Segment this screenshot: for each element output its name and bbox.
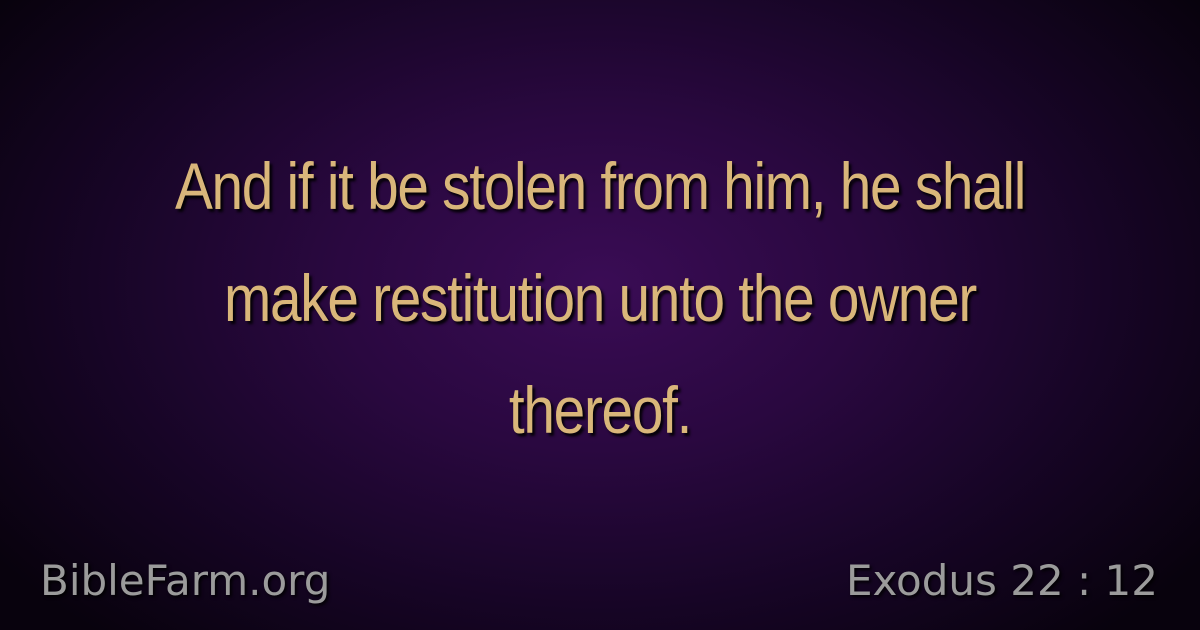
verse-reference: Exodus 22 : 12	[845, 556, 1158, 605]
verse-card: And if it be stolen from him, he shall m…	[0, 0, 1200, 630]
verse-text: And if it be stolen from him, he shall m…	[174, 149, 1026, 447]
site-name: BibleFarm.org	[40, 556, 331, 605]
